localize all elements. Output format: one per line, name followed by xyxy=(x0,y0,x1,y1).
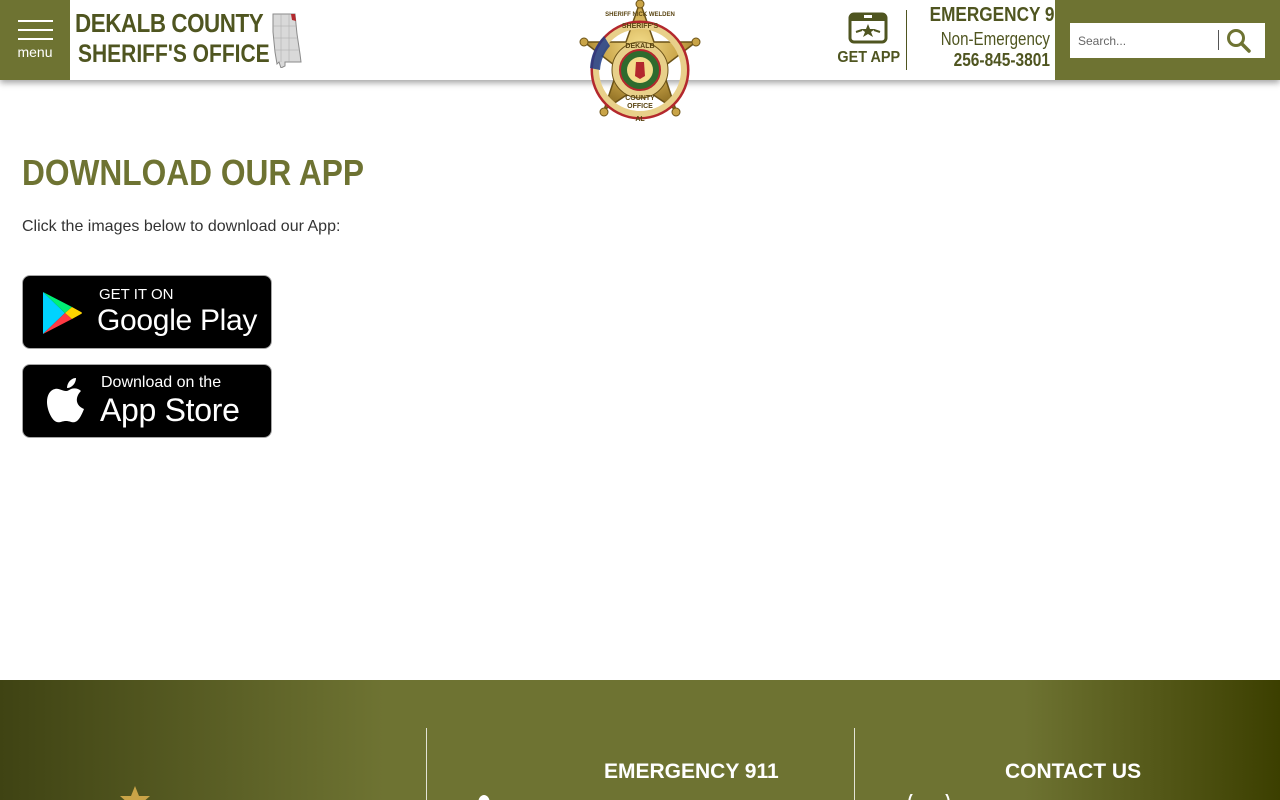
footer-emergency-heading: EMERGENCY 911 xyxy=(604,760,779,783)
page-title: DOWNLOAD OUR APP xyxy=(22,152,365,193)
app-calendar-icon xyxy=(848,12,888,44)
site-footer: EMERGENCY 911 CONTACT US xyxy=(0,680,1280,800)
page-intro: Click the images below to download our A… xyxy=(22,218,341,235)
google-play-big-text: Google Play xyxy=(97,304,258,337)
menu-button[interactable]: menu xyxy=(0,0,70,80)
footer-badge-icon xyxy=(120,786,150,800)
emergency-contact: EMERGENCY 911 Non-Emergency 256-845-3801 xyxy=(910,4,1073,76)
google-play-button[interactable]: GET IT ON Google Play xyxy=(22,275,272,349)
get-app-label: GET APP xyxy=(837,49,901,66)
site-logo-link[interactable]: DEKALB COUNTY SHERIFF'S OFFICE xyxy=(75,8,315,74)
search-separator xyxy=(1218,30,1219,50)
badge-county-name: DEKALB xyxy=(625,43,654,50)
search-icon[interactable] xyxy=(1224,26,1254,56)
get-app-link[interactable]: GET APP xyxy=(834,10,902,72)
footer-divider-1 xyxy=(426,728,427,800)
non-emergency-phone[interactable]: 256-845-3801 xyxy=(930,50,1050,71)
badge-county-text: COUNTY xyxy=(625,95,655,102)
non-emergency-label: Non-Emergency xyxy=(940,29,1050,49)
app-store-small-text: Download on the xyxy=(101,374,222,391)
search-area xyxy=(1055,0,1280,80)
menu-label: menu xyxy=(17,44,53,60)
badge-office-text: OFFICE xyxy=(627,103,653,110)
apple-icon xyxy=(47,378,84,423)
search-input[interactable] xyxy=(1070,23,1218,58)
contact-circle-icon xyxy=(908,794,950,800)
sheriff-badge-logo[interactable]: SHERIFF'S DEKALB COUNTY OFFICE AL SHERIF… xyxy=(570,0,710,140)
google-play-small-text: GET IT ON xyxy=(99,286,174,303)
alabama-map-icon xyxy=(272,13,302,68)
app-store-button[interactable]: Download on the App Store xyxy=(22,364,272,438)
badge-state-text: AL xyxy=(635,116,645,123)
emergency-label[interactable]: EMERGENCY 911 xyxy=(930,4,1073,27)
search-box xyxy=(1070,23,1265,58)
hamburger-icon xyxy=(18,20,53,40)
footer-contact-heading: CONTACT US xyxy=(1005,760,1142,783)
location-pin-icon xyxy=(478,795,490,800)
google-play-icon xyxy=(43,292,82,334)
brand-line-2: SHERIFF'S OFFICE xyxy=(78,40,270,68)
app-store-big-text: App Store xyxy=(100,392,240,428)
badge-sheriffs-text: SHERIFF'S xyxy=(622,23,659,30)
badge-sheriff-name: SHERIFF NICK WELDEN xyxy=(605,12,675,18)
brand-line-1: DEKALB COUNTY xyxy=(75,8,264,38)
footer-divider-2 xyxy=(854,728,855,800)
header-divider xyxy=(906,10,907,70)
